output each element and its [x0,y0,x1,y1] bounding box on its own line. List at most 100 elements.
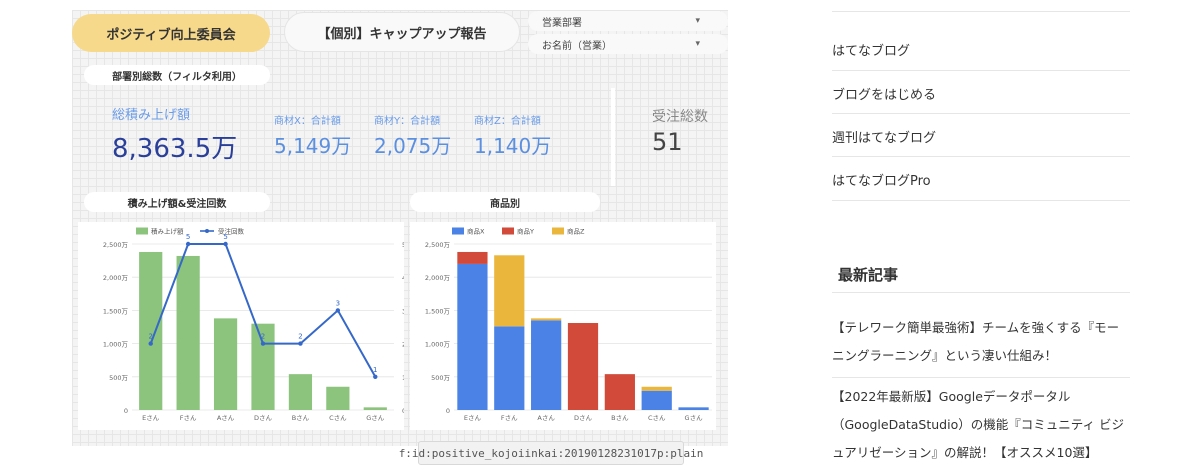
stacked-bar-segment [457,251,488,264]
divider [832,200,1130,201]
stacked-bar-segment [641,386,672,391]
line-data-label: 1 [373,366,377,374]
stacked-bar-segment [531,318,562,321]
total-value: 8,363.5万 [112,134,238,164]
section-chart1-text: 積み上げ額&受注回数 [127,198,227,210]
line-point [373,374,378,379]
recent-article-link[interactable]: 【テレワーク簡単最強術】チームを強くする『モーニングラーニング』という凄い仕組み… [832,314,1130,370]
name-filter-label: お名前（営業） [542,40,612,52]
stacked-bar-segment [494,326,525,410]
x-value: 5,149万 [274,134,352,158]
orders-value: 51 [652,128,683,156]
bar [139,251,163,410]
legend-swatch [136,227,148,235]
y-tick-label: 0 [446,407,450,415]
stacked-bar-segment [531,320,562,410]
bar [288,374,313,410]
legend-label: 商品X [467,227,485,236]
recent-article-link[interactable]: 【2022年最新版】Googleデータポータル（GoogleDataStudio… [832,383,1130,467]
y-tick-label: 0 [124,407,128,415]
y2-tick-label: 3 [402,307,404,315]
line-data-label: 2 [261,333,265,341]
stacked-bar-segment [678,407,709,410]
y-tick-label: 1,000万 [103,341,129,349]
x-tick-label: Eさん [142,414,160,422]
bar [326,386,350,410]
legend-swatch [552,227,564,235]
line-data-label: 2 [148,333,152,341]
y2-tick-label: 5 [402,241,404,249]
sidebar-link-weekly[interactable]: 週刊はてなブログ [832,127,1130,146]
stacked-bar-segment [604,374,635,410]
chevron-down-icon: ▾ [695,16,700,26]
chevron-down-icon: ▾ [695,39,700,49]
orders-panel: 受注総数 51 [618,88,722,188]
y-tick-label: 2,500万 [103,241,129,249]
stacked-bar-segment [494,255,525,327]
bar [213,318,238,410]
line-data-label: 2 [298,333,302,341]
section-chart2-text: 商品別 [490,198,520,210]
section-chart2: 商品別 [410,192,600,212]
y-value: 2,075万 [374,134,452,158]
chart1-panel: 0 500万 1,000万 1,500万 2,000万 2,500万 0 1 2 3 4 5 Eさん Fさ… [78,222,406,430]
divider [832,70,1130,71]
line-point [185,241,191,247]
report-title-text: 【個別】キャップアップ報告 [317,26,487,42]
y2-tick-label: 1 [402,374,404,382]
y2-tick-label: 4 [402,274,404,282]
dashboard-image: ポジティブ向上委員会 【個別】キャップアップ報告 営業部署 ▾ お名前（営業） … [72,10,728,446]
report-title: 【個別】キャップアップ報告 [284,12,520,52]
y-tick-label: 2,000万 [425,274,451,282]
x-tick-label: Fさん [501,414,518,422]
x-tick-label: Gさん [685,414,704,422]
image-caption: f:id:positive_kojoiinkai:20190128231017p… [399,441,703,465]
stacked-bar-segment [567,323,599,410]
x-tick-label: Bさん [611,414,629,422]
title-pill: ポジティブ向上委員会 [72,14,270,52]
y2-tick-label: 2 [402,341,404,349]
x-tick-label: Fさん [180,414,197,422]
divider [832,292,1130,293]
legend-marker [205,229,209,233]
stacked-bar-segment [457,263,488,410]
sidebar-link-start-blog[interactable]: ブログをはじめる [832,84,1130,103]
department-filter[interactable]: 営業部署 ▾ [528,11,728,31]
line-point [335,308,341,313]
z-value: 1,140万 [474,134,552,158]
divider [832,156,1130,157]
y-tick-label: 500万 [109,374,128,382]
legend-label: 商品Y [517,227,534,236]
line-data-label: 5 [223,233,227,241]
legend-swatch [452,227,464,235]
divider [832,377,1130,378]
line-data-label: 5 [186,233,190,241]
x-tick-label: Dさん [254,414,273,422]
sidebar-link-hatena-blog[interactable]: はてなブログ [832,40,1130,59]
bar [363,407,387,410]
recent-heading: 最新記事 [838,266,899,284]
sidebar-link-pro[interactable]: はてなブログPro [832,170,1130,189]
kpi-panel: 総積み上げ額 8,363.5万 商材X：合計額 5,149万 商材Y：合計額 2… [84,88,608,188]
y2-tick-label: 0 [402,407,404,415]
y-label: 商材Y：合計額 [374,116,441,127]
x-tick-label: Aさん [217,414,235,422]
divider [832,11,1130,12]
x-tick-label: Aさん [537,414,555,422]
y-tick-label: 2,000万 [103,274,129,282]
department-filter-label: 営業部署 [542,17,582,29]
y-tick-label: 1,500万 [425,307,451,315]
x-tick-label: Bさん [292,414,310,422]
y-tick-label: 2,500万 [425,241,451,249]
y-tick-label: 1,000万 [425,341,451,349]
x-tick-label: Cさん [648,414,666,422]
bar [176,255,200,410]
name-filter[interactable]: お名前（営業） ▾ [528,34,728,54]
combo-chart: 0 500万 1,000万 1,500万 2,000万 2,500万 0 1 2 3 4 5 Eさん Fさ… [103,227,406,423]
line-point [260,341,266,346]
legend-label: 商品Z [567,227,585,236]
stacked-bar-segment [641,390,672,410]
line-data-label: 3 [336,299,340,307]
section-totals: 部署別総数（フィルタ利用） [84,65,270,85]
z-label: 商材Z：合計額 [474,116,541,127]
